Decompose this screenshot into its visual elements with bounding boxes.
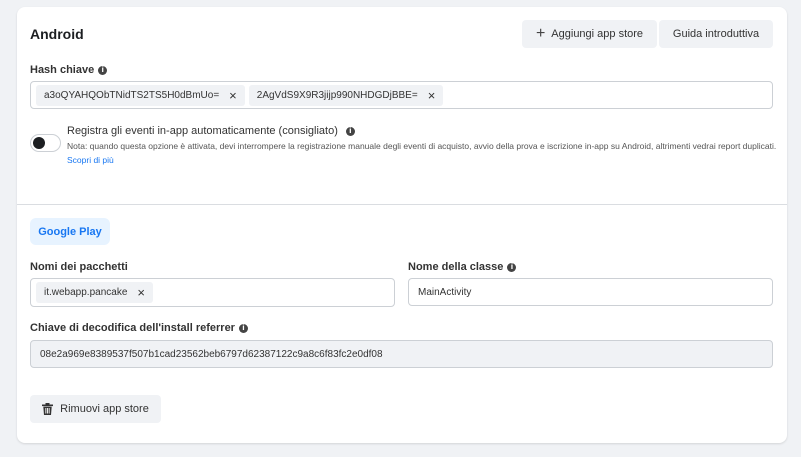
hash-keys-field[interactable]: a3oQYAHQObTNidTS2TS5H0dBmUo= × 2AgVdS9X9… — [30, 81, 773, 109]
remove-chip-icon[interactable]: × — [229, 89, 237, 102]
plus-icon: + — [535, 25, 546, 42]
hash-key-text: 2AgVdS9X9R3jijp990NHDGDjBBE= — [256, 89, 418, 101]
auto-events-title: Registra gli eventi in-app automaticamen… — [67, 125, 355, 137]
hash-key-chip: a3oQYAHQObTNidTS2TS5H0dBmUo= × — [36, 84, 245, 106]
learn-more-link[interactable]: Scopri di più — [67, 155, 114, 165]
tab-google-play[interactable]: Google Play — [30, 218, 110, 245]
hash-label: Hash chiave i — [30, 64, 108, 76]
guide-button[interactable]: Guida introduttiva — [659, 20, 773, 48]
remove-chip-icon[interactable]: × — [137, 286, 145, 299]
android-settings-card: Android + Aggiungi app store Guida intro… — [17, 7, 787, 443]
hash-key-chip: 2AgVdS9X9R3jijp990NHDGDjBBE= × — [248, 84, 444, 106]
class-label: Nome della classe i — [408, 261, 517, 273]
auto-events-note-text: Nota: quando questa opzione è attivata, … — [67, 141, 777, 151]
add-app-store-label: Aggiungi app store — [551, 28, 644, 40]
remove-app-store-label: Rimuovi app store — [60, 403, 149, 415]
info-icon[interactable]: i — [345, 126, 355, 136]
remove-app-store-button[interactable]: Rimuovi app store — [30, 395, 161, 423]
auto-events-toggle[interactable] — [30, 134, 61, 152]
section-title: Android — [30, 26, 84, 42]
remove-chip-icon[interactable]: × — [428, 89, 436, 102]
hash-label-text: Hash chiave — [30, 64, 95, 76]
class-name-value: MainActivity — [418, 286, 472, 298]
package-text: it.webapp.pancake — [44, 287, 128, 298]
referrer-label: Chiave di decodifica dell'install referr… — [30, 322, 248, 334]
class-label-text: Nome della classe — [408, 261, 504, 273]
trash-icon — [42, 403, 54, 415]
class-name-input[interactable]: MainActivity — [408, 278, 773, 306]
info-icon[interactable]: i — [98, 65, 108, 75]
info-icon[interactable]: i — [238, 323, 248, 333]
packages-field[interactable]: it.webapp.pancake × — [30, 278, 395, 307]
package-chip: it.webapp.pancake × — [36, 282, 153, 303]
add-app-store-button[interactable]: + Aggiungi app store — [522, 20, 657, 48]
referrer-key-value: 08e2a969e8389537f507b1cad23562beb6797d62… — [40, 348, 383, 360]
guide-label: Guida introduttiva — [672, 28, 760, 40]
section-divider — [17, 204, 787, 205]
auto-events-title-text: Registra gli eventi in-app automaticamen… — [67, 125, 338, 137]
referrer-label-text: Chiave di decodifica dell'install referr… — [30, 322, 235, 334]
info-icon[interactable]: i — [507, 262, 517, 272]
auto-events-note: Nota: quando questa opzione è attivata, … — [67, 139, 777, 167]
toggle-knob — [33, 137, 45, 149]
packages-label: Nomi dei pacchetti — [30, 261, 128, 273]
hash-key-text: a3oQYAHQObTNidTS2TS5H0dBmUo= — [44, 89, 220, 101]
referrer-key-field[interactable]: 08e2a969e8389537f507b1cad23562beb6797d62… — [30, 340, 773, 368]
